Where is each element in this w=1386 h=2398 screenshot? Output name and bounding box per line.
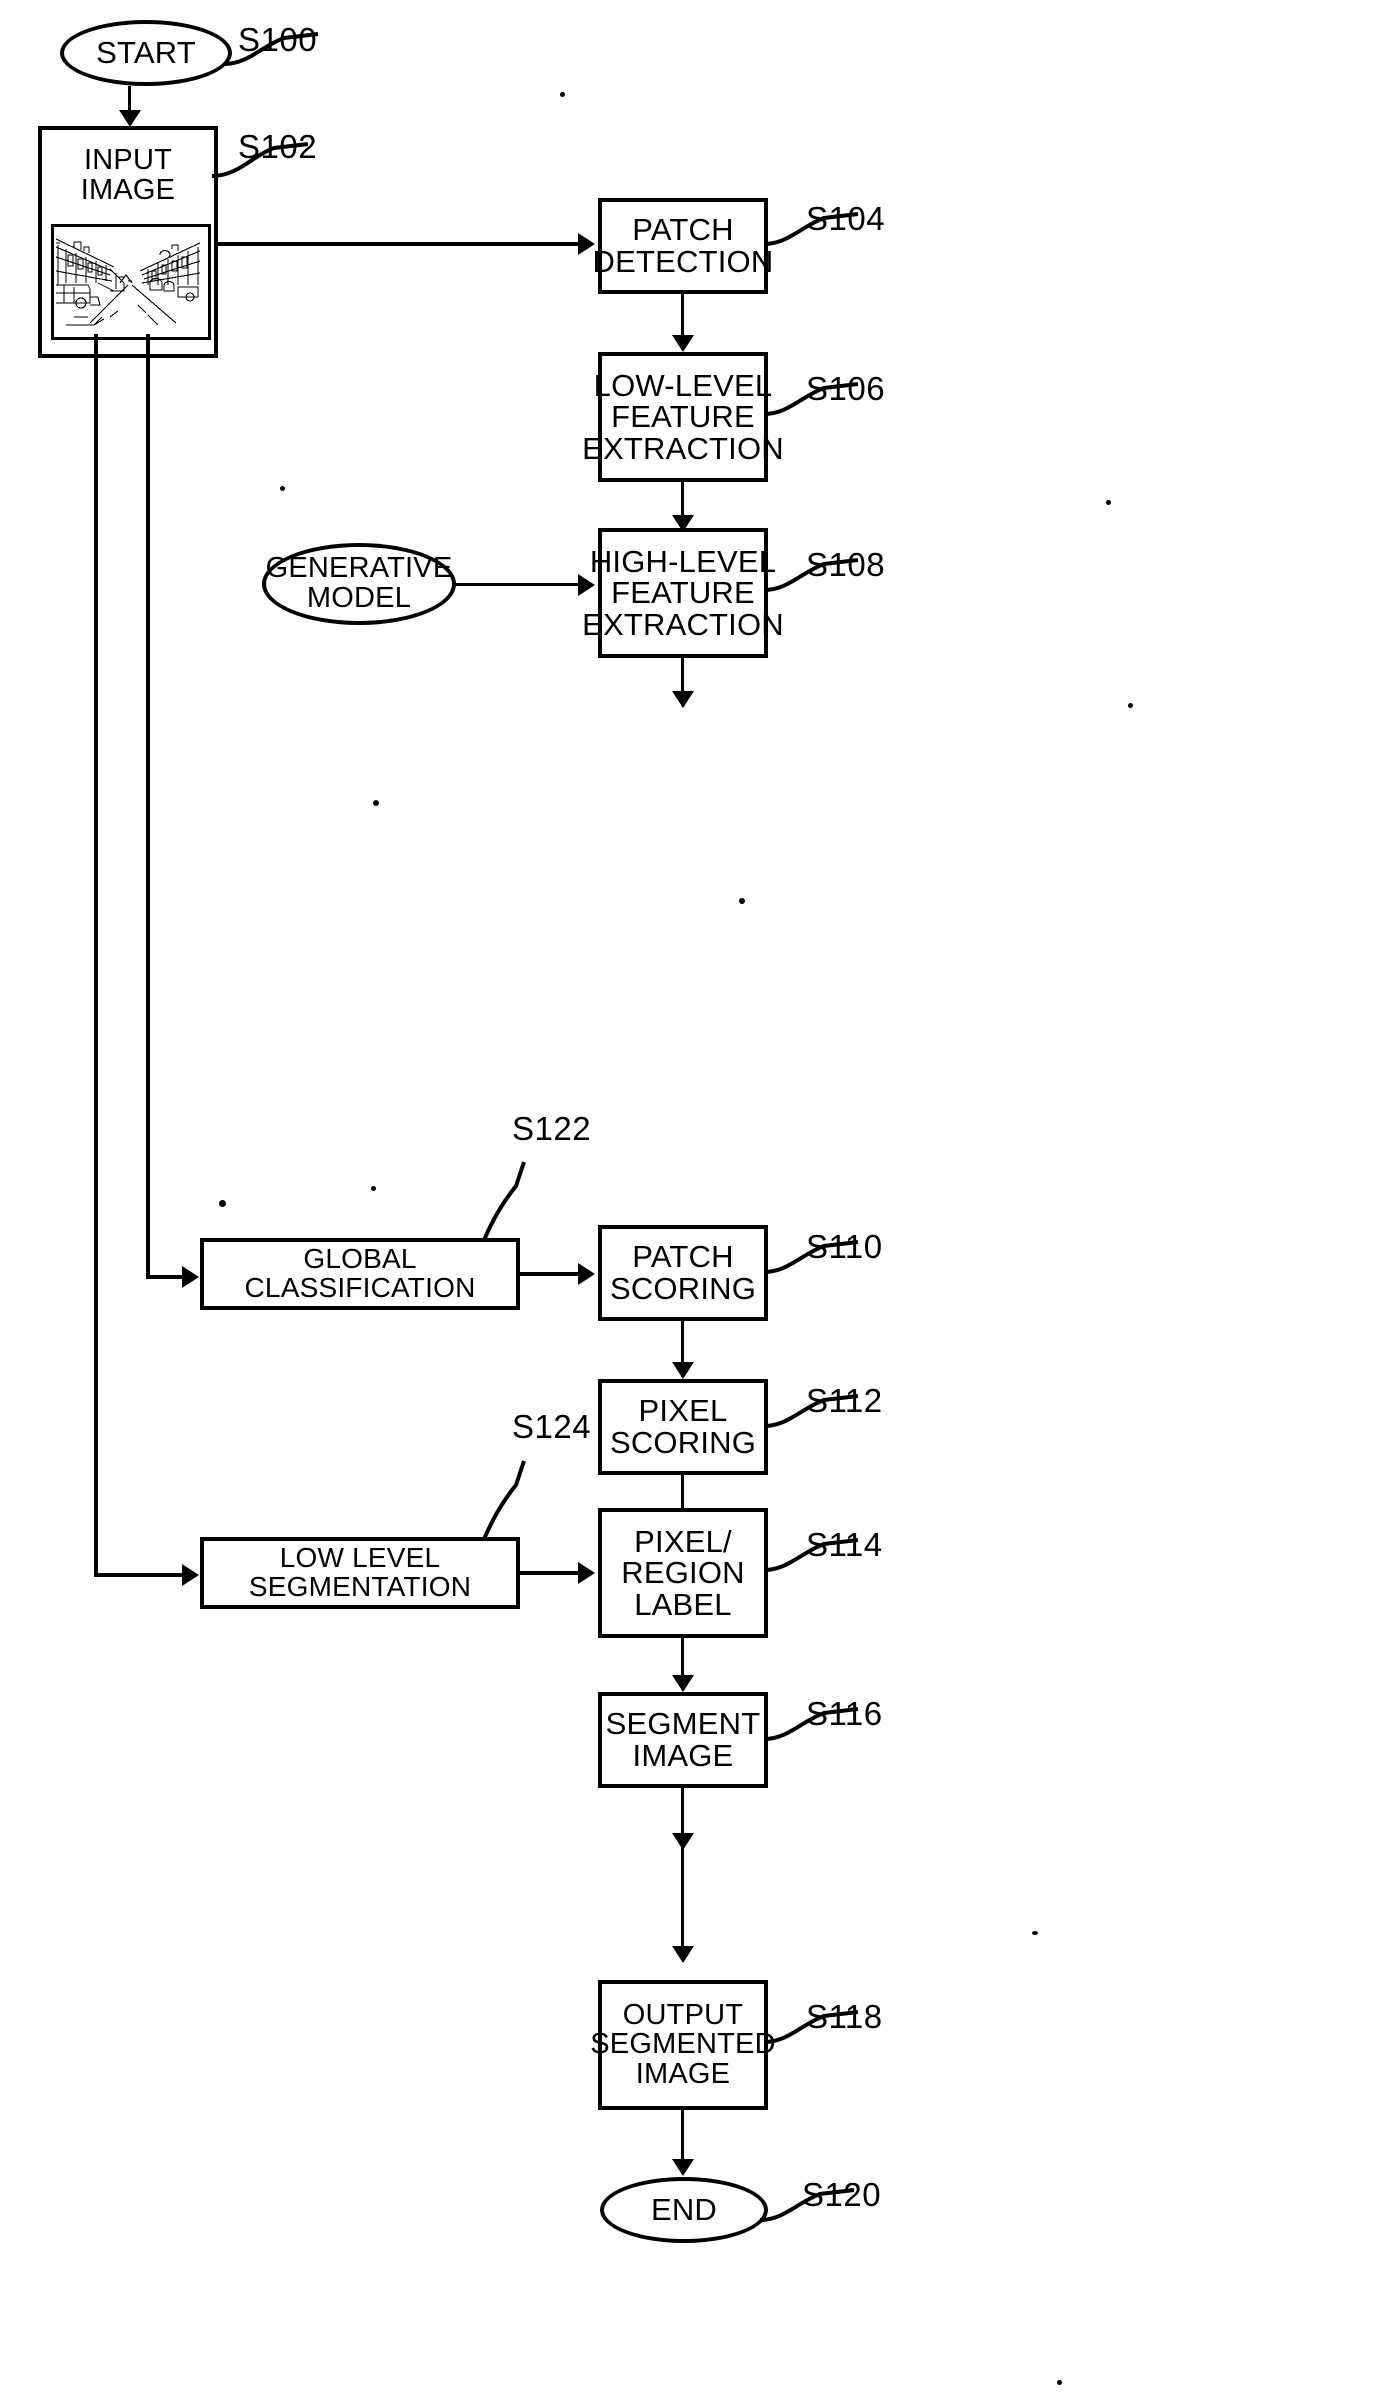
arrowhead-patchdetect-to-lowfeat — [672, 335, 694, 352]
connector-segmentimage-to-outputimage-lower — [681, 1848, 684, 1960]
connector-input-to-patchdetect — [218, 242, 580, 246]
ref-s100: S100 — [238, 21, 318, 58]
node-low-level-feature-extraction[interactable]: LOW-LEVEL FEATURE EXTRACTION — [582, 352, 784, 482]
connector-globalclass-to-patchscore — [520, 1272, 580, 1276]
ref-s112: S112 — [806, 1382, 883, 1419]
node-end[interactable]: END — [600, 2177, 768, 2243]
scan-speckle — [1057, 2380, 1062, 2385]
ref-s104: S104 — [806, 200, 886, 237]
ref-s106: S106 — [806, 370, 886, 407]
ref-s110: S110 — [806, 1228, 883, 1265]
arrowhead-patchscore-to-pixelscore — [672, 1362, 694, 1379]
leader-s124 — [482, 1460, 526, 1540]
arrowhead-highfeat-to-patchscore — [672, 691, 694, 708]
scan-speckle — [560, 92, 565, 97]
connector-lowlevelseg-to-pixellabel — [520, 1571, 580, 1575]
ref-s116: S116 — [806, 1695, 883, 1732]
arrowhead-pixellabel-to-segmentimage — [672, 1675, 694, 1692]
arrowhead-globalclass-to-patchscore — [578, 1263, 595, 1285]
arrowhead-input-to-globalclass — [182, 1266, 199, 1288]
node-end-label: END — [650, 2192, 718, 2228]
node-low-level-feature-extraction-label: LOW-LEVEL FEATURE EXTRACTION — [582, 367, 784, 466]
arrowhead-start-to-input — [119, 110, 141, 127]
node-low-level-segmentation[interactable]: LOW LEVEL SEGMENTATION — [200, 1537, 520, 1609]
ref-s114: S114 — [806, 1526, 883, 1563]
connector-genmodel-to-highfeat — [452, 583, 580, 586]
connector-input-to-lowlevelseg-vertical — [94, 334, 98, 1577]
node-input-image-label: INPUT IMAGE — [80, 144, 176, 206]
node-patch-detection-label: PATCH DETECTION — [592, 212, 774, 279]
arrowhead-genmodel-to-highfeat — [578, 574, 595, 596]
arrowhead-to-outputimage — [672, 1946, 694, 1963]
scan-speckle — [280, 486, 285, 491]
ref-s120: S120 — [802, 2176, 882, 2213]
scan-speckle — [371, 1186, 376, 1191]
node-patch-detection[interactable]: PATCH DETECTION — [593, 198, 773, 294]
node-global-classification[interactable]: GLOBAL CLASSIFICATION — [200, 1238, 520, 1310]
node-pixel-scoring-label: PIXEL SCORING — [609, 1393, 757, 1460]
node-segment-image[interactable]: SEGMENT IMAGE — [598, 1692, 768, 1788]
scan-speckle — [739, 898, 745, 904]
node-patch-scoring-label: PATCH SCORING — [609, 1239, 757, 1306]
arrowhead-outputimage-to-end — [672, 2159, 694, 2176]
node-patch-scoring[interactable]: PATCH SCORING — [598, 1225, 768, 1321]
connector-input-to-lowlevelseg-horizontal — [94, 1573, 194, 1577]
node-pixel-region-label-label: PIXEL/ REGION LABEL — [621, 1523, 745, 1622]
flowchart-canvas: START S100 INPUT IMAGE S102 PATCH DETECT… — [0, 0, 1386, 2398]
node-output-segmented-image-label: OUTPUT SEGMENTED IMAGE — [590, 1998, 776, 2090]
node-output-segmented-image[interactable]: OUTPUT SEGMENTED IMAGE — [590, 1980, 776, 2110]
scan-speckle — [1128, 703, 1133, 708]
scan-speckle — [373, 800, 379, 806]
ref-s124: S124 — [512, 1408, 592, 1445]
node-start[interactable]: START — [60, 20, 232, 86]
node-pixel-scoring[interactable]: PIXEL SCORING — [598, 1379, 768, 1475]
node-generative-model-label: GENERATIVE MODEL — [265, 552, 453, 614]
node-global-classification-label: GLOBAL CLASSIFICATION — [244, 1243, 476, 1303]
scan-speckle — [219, 1200, 226, 1207]
node-start-label: START — [96, 35, 196, 71]
ref-s102: S102 — [238, 128, 318, 165]
leader-s122 — [482, 1161, 526, 1241]
arrowhead-lowlevelseg-to-pixellabel — [578, 1562, 595, 1584]
node-pixel-region-label[interactable]: PIXEL/ REGION LABEL — [598, 1508, 768, 1638]
node-high-level-feature-extraction-label: HIGH-LEVEL FEATURE EXTRACTION — [582, 543, 784, 642]
node-generative-model[interactable]: GENERATIVE MODEL — [262, 543, 456, 625]
node-low-level-segmentation-label: LOW LEVEL SEGMENTATION — [248, 1542, 472, 1602]
scan-speckle — [1106, 500, 1111, 505]
ref-s108: S108 — [806, 546, 886, 583]
connector-input-to-globalclass-vertical — [146, 334, 150, 1279]
scan-speckle — [1032, 1931, 1038, 1935]
street-scene-thumbnail — [51, 224, 211, 340]
arrowhead-input-to-lowlevelseg — [182, 1564, 199, 1586]
node-segment-image-label: SEGMENT IMAGE — [605, 1706, 761, 1773]
ref-s118: S118 — [806, 1998, 883, 2035]
ref-s122: S122 — [512, 1110, 592, 1147]
node-high-level-feature-extraction[interactable]: HIGH-LEVEL FEATURE EXTRACTION — [582, 528, 784, 658]
